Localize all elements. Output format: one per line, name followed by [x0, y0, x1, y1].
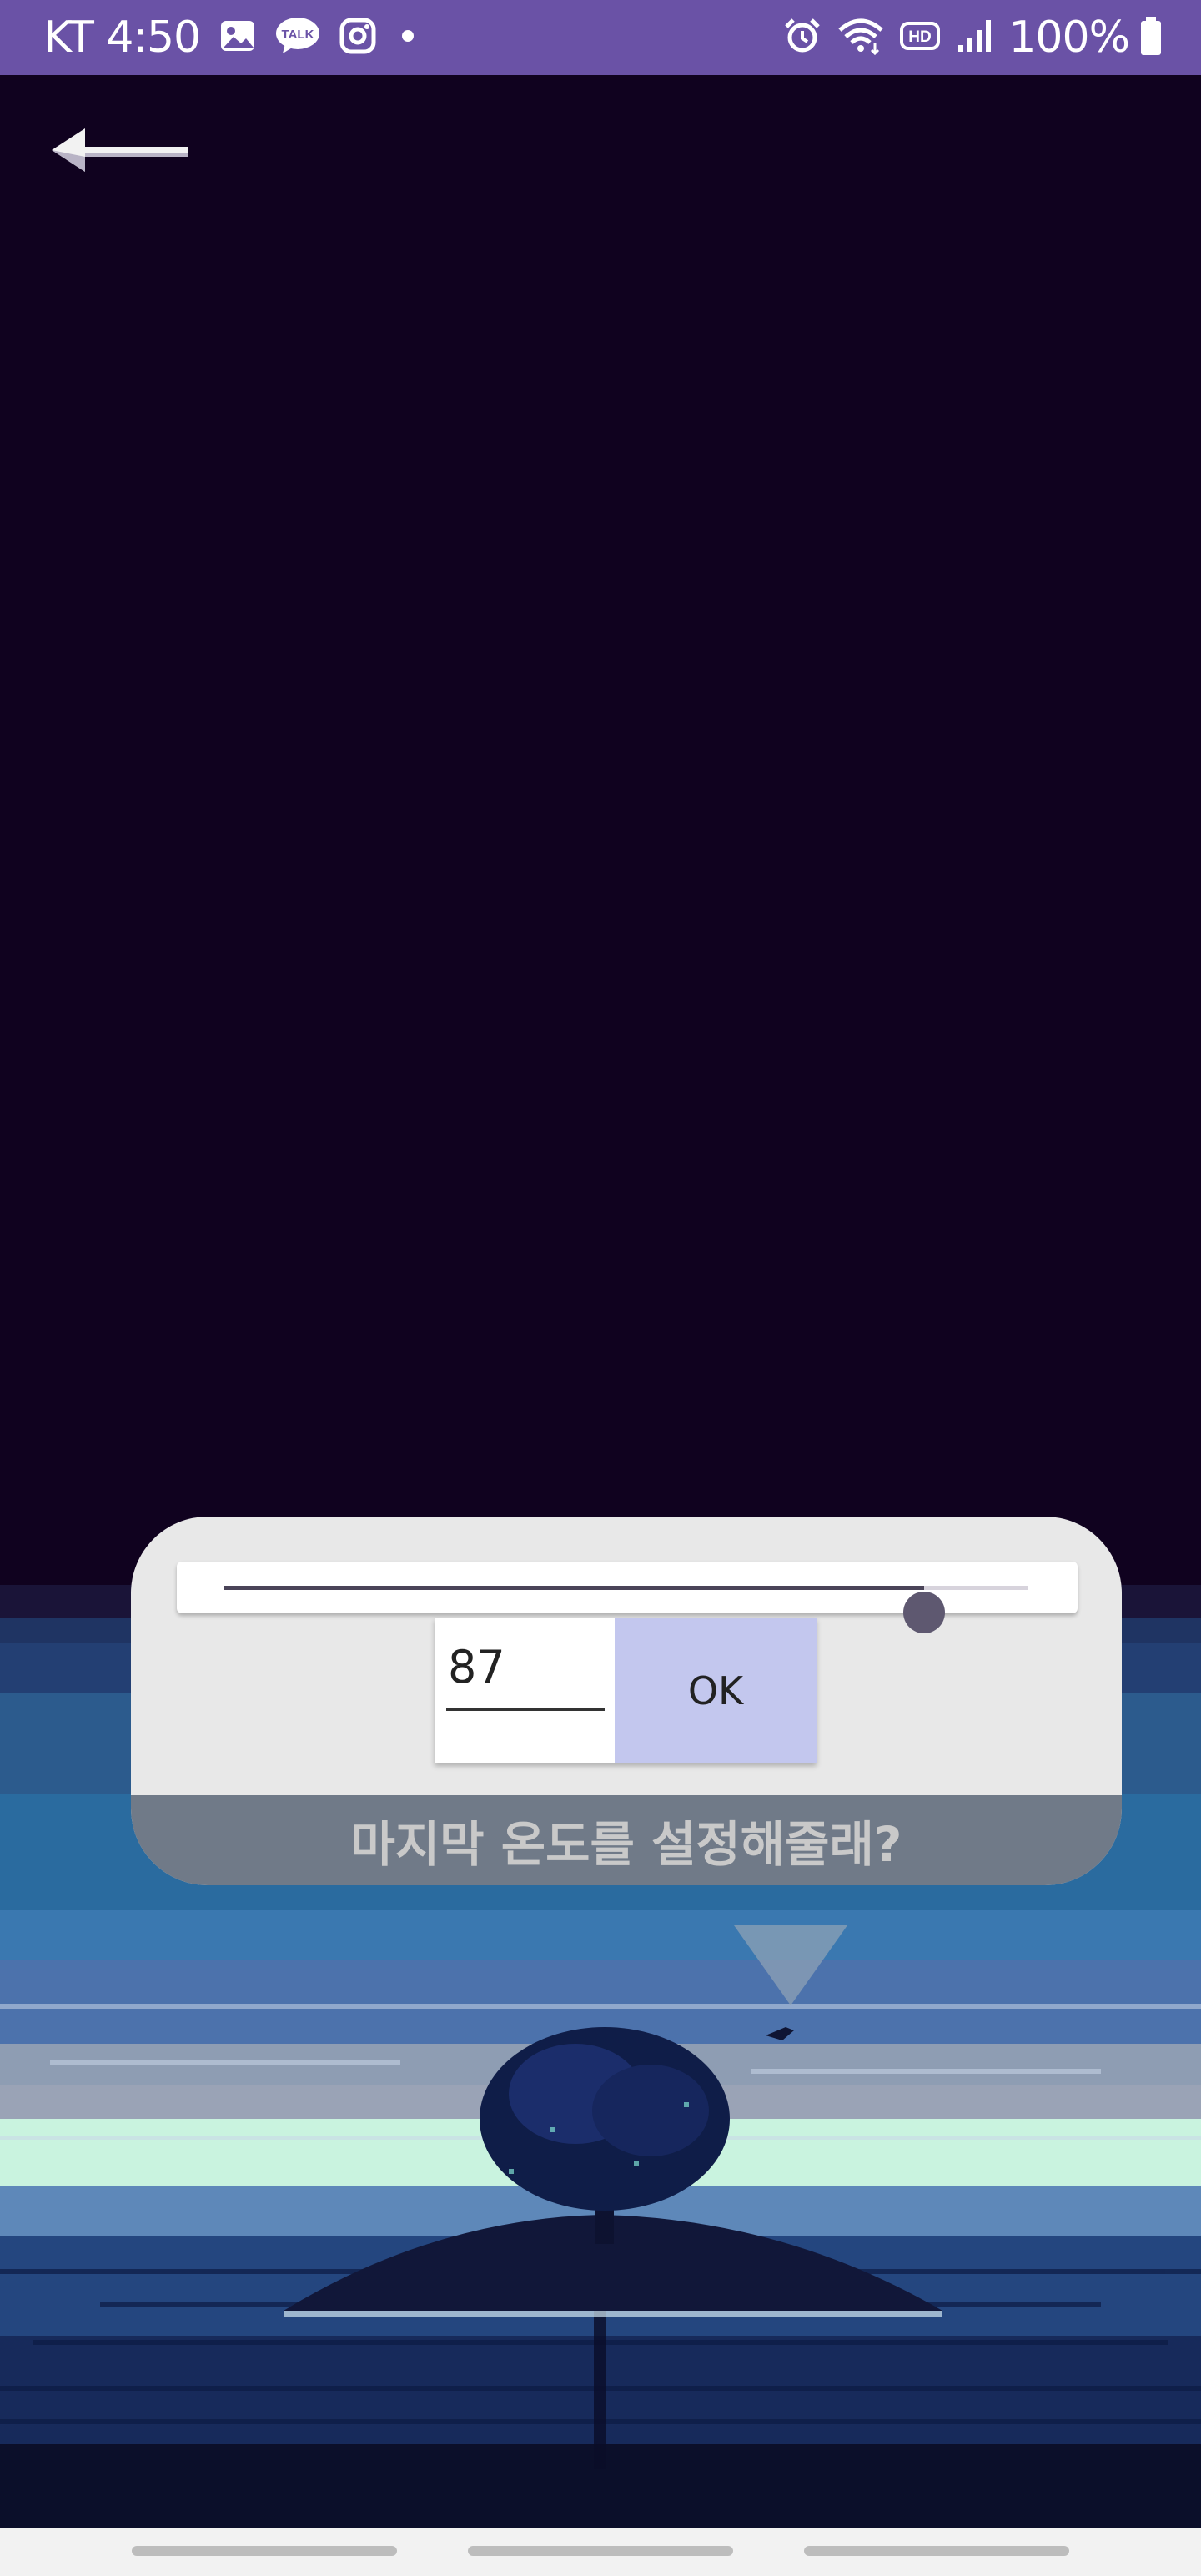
navigation-bar [0, 2528, 1201, 2576]
temperature-value-input[interactable]: 87 [446, 1642, 603, 1693]
wifi-icon [837, 17, 885, 58]
battery-percent: 100% [1008, 13, 1130, 63]
nav-home-button[interactable] [468, 2546, 733, 2556]
instagram-icon [339, 17, 377, 58]
talk-badge-text: TALK [282, 28, 314, 42]
back-arrow-icon [52, 128, 188, 172]
nav-back-button[interactable] [804, 2546, 1069, 2556]
input-underline [446, 1708, 605, 1711]
slider-fill [224, 1586, 924, 1590]
slider-card [177, 1562, 1078, 1633]
hd-badge-text: HD [909, 28, 932, 46]
temperature-dialog: 87 OK 마지막 온도를 설정해줄래? [131, 1517, 1122, 1885]
carrier-time: KT 4:50 [43, 13, 201, 63]
ok-button[interactable]: OK [615, 1618, 817, 1763]
pointer-triangle-icon [734, 1925, 847, 2005]
back-button[interactable] [48, 120, 190, 180]
hd-icon: HD [900, 17, 942, 58]
alarm-icon [783, 17, 822, 58]
prompt-text: 마지막 온도를 설정해줄래? [350, 1816, 902, 1873]
temperature-slider[interactable] [224, 1586, 1028, 1633]
battery-icon [1139, 15, 1163, 60]
status-bar: KT 4:50 TALK HD 100% [0, 0, 1201, 75]
signal-icon [957, 17, 993, 58]
dot-icon [395, 17, 420, 58]
status-left: KT 4:50 TALK [43, 0, 420, 75]
nav-recents-button[interactable] [132, 2546, 397, 2556]
prompt-band: 마지막 온도를 설정해줄래? [131, 1795, 1122, 1885]
value-input-card: 87 OK [435, 1618, 817, 1763]
gallery-icon [219, 17, 257, 58]
status-right: HD 100% [783, 0, 1163, 75]
slider-thumb[interactable] [902, 1592, 945, 1633]
kakaotalk-icon: TALK [275, 17, 320, 58]
